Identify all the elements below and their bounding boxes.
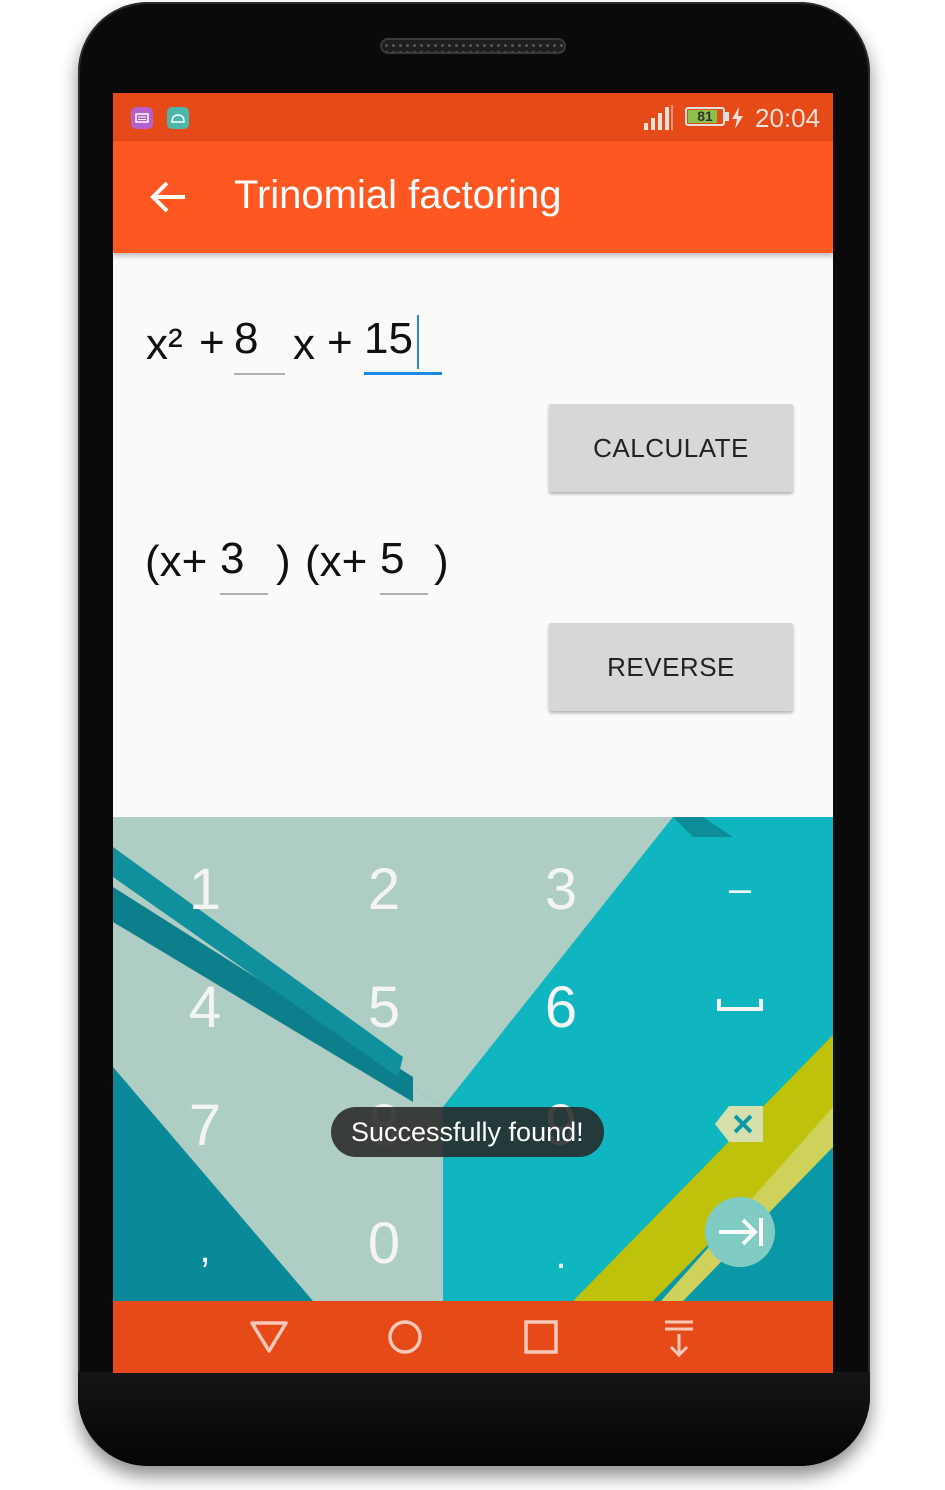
keyboard-app-icon [131, 107, 153, 129]
factor-2-open: (x+ [305, 537, 368, 586]
text-caret [417, 315, 419, 369]
b-coefficient-value: 8 [234, 314, 259, 363]
arrow-left-icon[interactable] [149, 177, 189, 217]
x-term-label: x [293, 320, 315, 369]
key-0[interactable]: 0 [324, 1215, 444, 1273]
phone-chin [78, 1372, 870, 1466]
key-minus[interactable]: – [680, 869, 800, 909]
signal-icon [644, 105, 673, 130]
c-constant-input[interactable]: 15 [364, 315, 442, 375]
battery-icon: 81 [685, 107, 725, 126]
key-7[interactable]: 7 [145, 1097, 265, 1155]
root-2-value: 5 [380, 534, 405, 583]
reverse-button[interactable]: REVERSE [549, 623, 793, 711]
key-6[interactable]: 6 [501, 979, 621, 1037]
page-title: Trinomial factoring [234, 173, 562, 217]
b-coefficient-input[interactable]: 8 [234, 315, 285, 375]
key-4[interactable]: 4 [145, 979, 265, 1037]
toast-message: Successfully found! [331, 1107, 604, 1157]
charging-icon [732, 107, 743, 129]
root-1-value: 3 [220, 534, 245, 583]
tab-next-icon [719, 1218, 763, 1246]
home-circle-icon[interactable] [385, 1319, 425, 1355]
key-1[interactable]: 1 [145, 861, 265, 919]
recents-square-icon[interactable] [521, 1319, 561, 1355]
key-period[interactable]: . [501, 1235, 621, 1275]
back-triangle-icon[interactable] [249, 1319, 289, 1355]
c-constant-value: 15 [364, 314, 413, 363]
key-5[interactable]: 5 [324, 979, 444, 1037]
root-1-field[interactable]: 3 [220, 535, 268, 595]
calculate-button[interactable]: CALCULATE [549, 404, 793, 492]
space-icon[interactable] [717, 997, 763, 1013]
factor-2-close: ) [434, 537, 449, 586]
factor-1-open: (x+ [145, 537, 208, 586]
app-toolbar: Trinomial factoring [113, 141, 833, 253]
plus-sign-2: + [327, 318, 353, 367]
speaker-grille [380, 38, 566, 54]
nav-bar [113, 1301, 833, 1373]
backspace-icon[interactable] [715, 1104, 765, 1144]
status-clock: 20:04 [755, 103, 821, 133]
root-2-field[interactable]: 5 [380, 535, 428, 595]
battery-tip [725, 112, 729, 121]
factor-1-close: ) [276, 537, 291, 586]
status-bar: 81 20:04 [113, 93, 833, 141]
plus-sign-1: + [199, 318, 225, 367]
key-comma[interactable]: , [145, 1229, 265, 1269]
notification-pull-icon[interactable] [659, 1319, 699, 1359]
android-app-icon [167, 107, 189, 129]
key-3[interactable]: 3 [501, 861, 621, 919]
screen: 81 20:04 Trinomial factoring x² + 8 x + … [113, 93, 833, 1373]
key-2[interactable]: 2 [324, 861, 444, 919]
numeric-keyboard: 1 2 3 – 4 5 6 7 8 9 , 0 . Successfully f… [113, 817, 833, 1301]
x-squared-label: x² [146, 320, 183, 369]
tab-next-button[interactable] [705, 1197, 775, 1267]
battery-level: 81 [697, 108, 713, 124]
